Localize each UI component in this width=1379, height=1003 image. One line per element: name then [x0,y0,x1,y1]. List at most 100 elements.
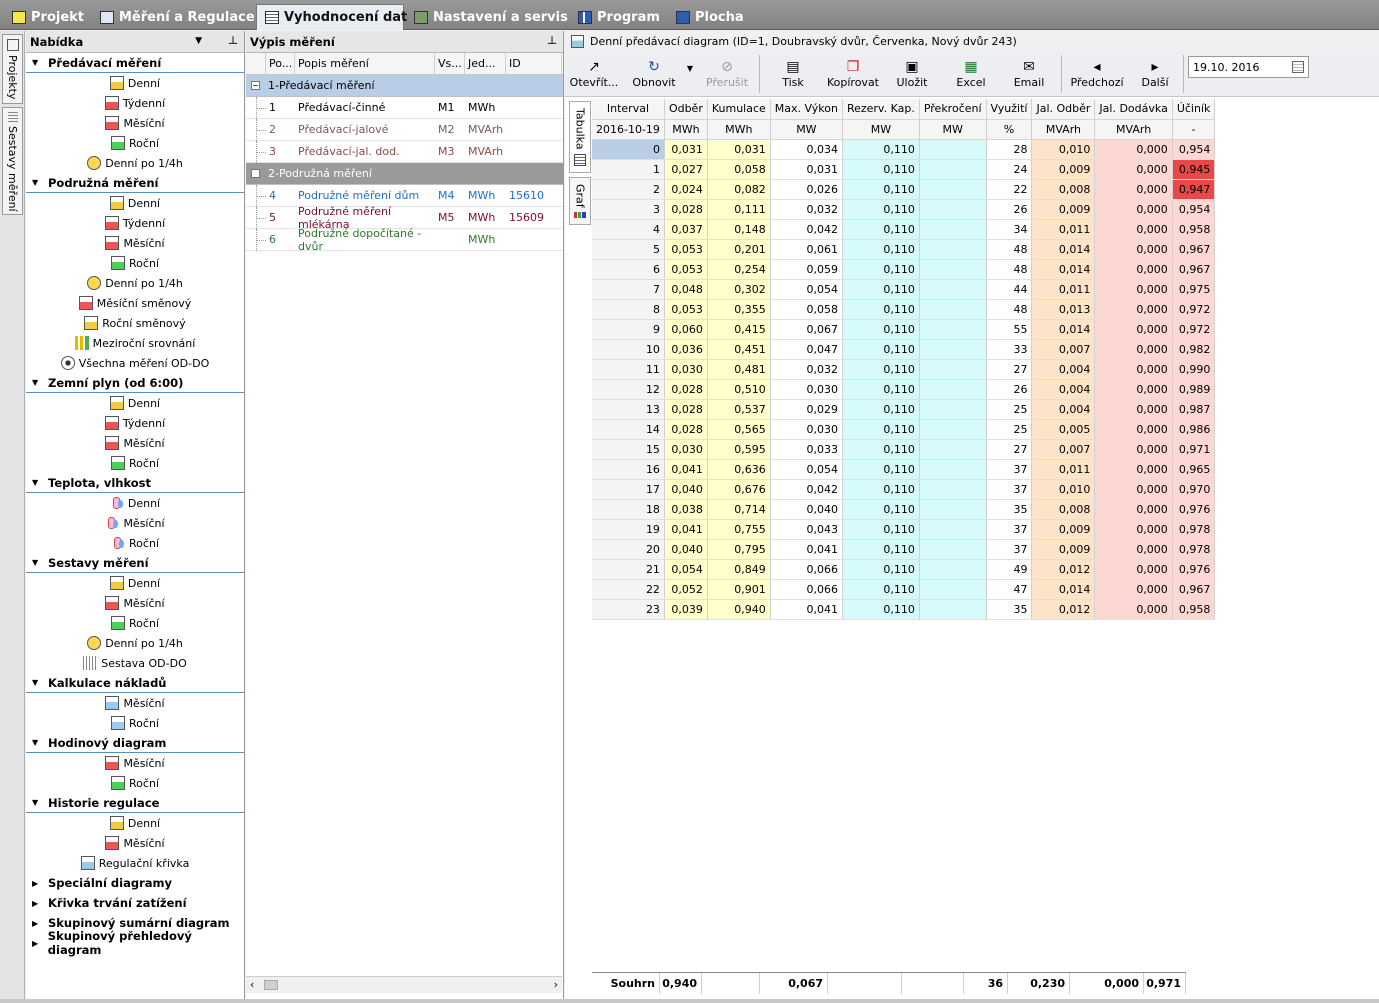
nav-item[interactable]: Regulační křivka [26,853,244,873]
nav-item[interactable]: Měsíční směnový [26,293,244,313]
table-row[interactable]: 19 0,041 0,755 0,043 0,110 37 0,009 0,000 0,978 [592,519,1216,540]
nav-item[interactable]: Roční [26,133,244,153]
nav-item[interactable]: Roční směnový [26,313,244,333]
table-row[interactable]: 13 0,028 0,537 0,029 0,110 25 0,004 0,000 0,987 [592,399,1216,420]
table-row[interactable]: 5 0,053 0,201 0,061 0,110 48 0,014 0,000 0,967 [592,239,1216,260]
nav-item[interactable]: Roční [26,253,244,273]
chevron-down-icon[interactable]: ▼ [32,798,40,807]
top-tab-5[interactable]: Program [570,5,660,29]
nav-item[interactable]: Denní po 1/4h [26,273,244,293]
column-header[interactable]: Překročení [919,99,987,120]
col-popis[interactable]: Popis měření [295,53,435,74]
horizontal-scrollbar[interactable]: ‹ › [246,976,562,993]
nav-item[interactable]: Roční [26,533,244,553]
table-row[interactable]: 16 0,041 0,636 0,054 0,110 37 0,011 0,000 0,965 [592,459,1216,480]
table-row[interactable]: 15 0,030 0,595 0,033 0,110 27 0,007 0,000 0,971 [592,439,1216,460]
nav-item[interactable]: Denní [26,73,244,93]
measurement-row[interactable]: 3 Předávací-jal. dod. M3 MVArh [246,141,563,163]
nav-section-2[interactable]: ▼ Podružná měření [26,173,244,193]
calendar-icon[interactable] [1292,61,1304,73]
column-header[interactable]: Rezerv. Kap. [842,99,920,120]
chevron-right-icon[interactable]: ▶ [32,939,40,948]
nav-item[interactable]: Týdenní [26,93,244,113]
column-header[interactable]: Interval [592,99,665,120]
table-row[interactable]: 8 0,053 0,355 0,058 0,110 48 0,013 0,000 0,972 [592,299,1216,320]
abort-button[interactable]: ⊘ Přerušit [702,55,752,93]
table-row[interactable]: 18 0,038 0,714 0,040 0,110 35 0,008 0,000 0,976 [592,499,1216,520]
column-header[interactable]: Odběr [664,99,708,120]
nav-section-1[interactable]: ▼ Předávací měření [26,53,244,73]
scroll-right-icon[interactable]: › [554,978,558,991]
nav-section-8[interactable]: ▼ Historie regulace [26,793,244,813]
nav-item[interactable]: Měsíční [26,513,244,533]
chevron-down-icon[interactable]: ▼ [32,378,40,387]
nav-section-12[interactable]: ▶ Skupinový přehledový diagram [26,929,244,957]
email-button[interactable]: ✉ Email [1007,55,1051,93]
nav-section-7[interactable]: ▼ Hodinový diagram [26,733,244,753]
refresh-dropdown[interactable]: ▼ [683,55,697,93]
side-tab-projekty[interactable]: Projekty [2,34,23,104]
table-row[interactable]: 3 0,028 0,111 0,032 0,110 26 0,009 0,000 0,954 [592,199,1216,220]
print-button[interactable]: ▤ Tisk [771,55,815,93]
nav-item[interactable]: Roční [26,773,244,793]
table-row[interactable]: 11 0,030 0,481 0,032 0,110 27 0,004 0,000 0,990 [592,359,1216,380]
scroll-left-icon[interactable]: ‹ [250,978,254,991]
chevron-down-icon[interactable]: ▼ [32,478,40,487]
table-row[interactable]: 2 0,024 0,082 0,026 0,110 22 0,008 0,000 0,947 [592,179,1216,200]
date-picker[interactable]: 19.10. 2016 [1188,56,1309,78]
nav-item[interactable]: Meziroční srovnání [26,333,244,353]
top-tab-4[interactable]: Nastavení a servis [406,5,568,29]
table-row[interactable]: 21 0,054 0,849 0,066 0,110 49 0,012 0,000 0,976 [592,559,1216,580]
nav-section-6[interactable]: ▼ Kalkulace nákladů [26,673,244,693]
nav-item[interactable]: Měsíční [26,113,244,133]
column-header[interactable]: Účiník [1172,99,1216,120]
nav-item[interactable]: Měsíční [26,593,244,613]
nav-section-5[interactable]: ▼ Sestavy měření [26,553,244,573]
nav-section-3[interactable]: ▼ Zemní plyn (od 6:00) [26,373,244,393]
open-button[interactable]: ↗ Otevřít... [569,55,619,93]
measurement-group[interactable]: −2-Podružná měření [246,163,563,185]
chevron-down-icon[interactable]: ▼ [32,678,40,687]
top-tab-3[interactable]: Vyhodnocení dat [256,4,407,30]
table-row[interactable]: 22 0,052 0,901 0,066 0,110 47 0,014 0,000 0,967 [592,579,1216,600]
nav-item[interactable]: Měsíční [26,433,244,453]
col-jed[interactable]: Jed... [465,53,506,74]
measurement-row[interactable]: 1 Předávací-činné M1 MWh [246,97,563,119]
nav-item[interactable]: Měsíční [26,753,244,773]
column-header[interactable]: Využití [986,99,1033,120]
column-header[interactable]: Max. Výkon [770,99,843,120]
table-row[interactable]: 4 0,037 0,148 0,042 0,110 34 0,011 0,000 0,958 [592,219,1216,240]
nav-item[interactable]: Denní [26,573,244,593]
measurement-row[interactable]: 2 Předávací-jalové M2 MVArh [246,119,563,141]
column-header[interactable]: Jal. Dodávka [1094,99,1173,120]
nav-item[interactable]: Týdenní [26,213,244,233]
top-tab-1[interactable]: Projekt [4,5,92,29]
tab-tabulka[interactable]: Tabulka [569,101,591,173]
col-vs[interactable]: Vs... [435,53,465,74]
chevron-down-icon[interactable]: ▼ [32,738,40,747]
table-row[interactable]: 7 0,048 0,302 0,054 0,110 44 0,011 0,000 0,975 [592,279,1216,300]
nav-item[interactable]: Měsíční [26,233,244,253]
pin-icon[interactable]: ⊥ [228,34,238,47]
table-row[interactable]: 20 0,040 0,795 0,041 0,110 37 0,009 0,000 0,978 [592,539,1216,560]
column-header[interactable]: Jal. Odběr [1031,99,1096,120]
chevron-right-icon[interactable]: ▶ [32,879,40,888]
copy-button[interactable]: ❐ Kopírovat [823,55,883,93]
nav-item[interactable]: Denní po 1/4h [26,633,244,653]
chevron-down-icon[interactable]: ▼ [32,558,40,567]
top-tab-2[interactable]: Měření a Regulace [92,5,255,29]
col-id[interactable]: ID [506,53,562,74]
refresh-button[interactable]: ↻ Obnovit [629,55,679,93]
nav-item[interactable]: Denní [26,193,244,213]
nav-item[interactable]: Všechna měření OD-DO [26,353,244,373]
nav-item[interactable]: Roční [26,613,244,633]
nav-item[interactable]: Denní [26,813,244,833]
top-tab-6[interactable]: Plocha [668,5,744,29]
nav-item[interactable]: Denní po 1/4h [26,153,244,173]
nav-item[interactable]: Roční [26,453,244,473]
nav-item[interactable]: Denní [26,393,244,413]
nav-item[interactable]: Sestava OD-DO [26,653,244,673]
chevron-down-icon[interactable]: ▼ [32,58,40,67]
collapse-icon[interactable]: − [251,81,260,90]
nav-item[interactable]: Měsíční [26,833,244,853]
